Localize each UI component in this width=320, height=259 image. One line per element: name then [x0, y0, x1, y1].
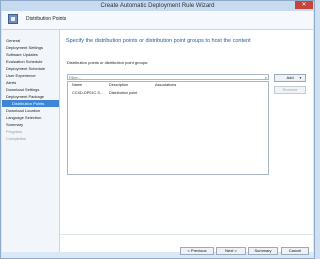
- row-description[interactable]: Distribution point: [109, 91, 137, 95]
- close-button[interactable]: ✕: [295, 1, 313, 9]
- footer-divider: [60, 234, 313, 235]
- filter-box: ⌕: [67, 74, 269, 80]
- step-general[interactable]: General: [2, 37, 59, 44]
- step-user-experience[interactable]: User Experience: [2, 72, 59, 79]
- previous-button[interactable]: < Previous: [180, 247, 214, 255]
- step-software-updates[interactable]: Software Updates: [2, 51, 59, 58]
- step-evaluation-schedule[interactable]: Evaluation Schedule: [2, 58, 59, 65]
- step-deployment-schedule[interactable]: Deployment Schedule: [2, 65, 59, 72]
- add-button-label: Add: [286, 75, 294, 80]
- step-completion: Completion: [6, 136, 27, 141]
- wizard-steps-sidebar: General Deployment Settings Software Upd…: [2, 30, 60, 252]
- step-alerts[interactable]: Alerts: [2, 79, 59, 86]
- step-deployment-package[interactable]: Deployment Package: [2, 93, 59, 100]
- step-download-settings[interactable]: Download Settings: [2, 86, 59, 93]
- window-title: Create Automatic Deployment Rule Wizard: [100, 3, 215, 9]
- column-header-name[interactable]: Name: [72, 83, 82, 87]
- summary-button[interactable]: Summary: [248, 247, 278, 255]
- search-icon[interactable]: ⌕: [265, 75, 267, 80]
- content-panel: Specify the distribution points or distr…: [60, 30, 313, 255]
- step-progress: Progress: [6, 129, 23, 134]
- distribution-points-icon: [8, 14, 18, 24]
- section-heading: Specify the distribution points or distr…: [66, 38, 251, 44]
- distribution-points-list[interactable]: Name Description Associations CCXD-DP01C…: [67, 81, 269, 175]
- title-bar: Create Automatic Deployment Rule Wizard …: [1, 1, 314, 11]
- next-button[interactable]: Next >: [216, 247, 246, 255]
- chevron-down-icon: ▼: [299, 76, 302, 80]
- step-summary[interactable]: Summary: [2, 121, 59, 128]
- step-distribution-points[interactable]: Distribution Points: [2, 100, 59, 107]
- row-name[interactable]: CCXD-DP01C.S...: [72, 91, 103, 95]
- page-title: Distribution Points: [26, 16, 67, 22]
- column-header-description[interactable]: Description: [109, 83, 128, 87]
- step-language-selection[interactable]: Language Selection: [2, 114, 59, 121]
- filter-input[interactable]: [69, 75, 259, 80]
- distribution-points-label: Distribution points or distribution poin…: [67, 60, 149, 65]
- page-header: Distribution Points: [2, 11, 313, 30]
- add-button[interactable]: Add ▼: [274, 74, 306, 82]
- step-deployment-settings[interactable]: Deployment Settings: [2, 44, 59, 51]
- wizard-window: Create Automatic Deployment Rule Wizard …: [0, 0, 315, 259]
- column-header-associations[interactable]: Associations: [155, 83, 176, 87]
- remove-button[interactable]: Remove: [274, 86, 306, 94]
- step-download-location[interactable]: Download Location: [2, 107, 59, 114]
- cancel-button[interactable]: Cancel: [281, 247, 309, 255]
